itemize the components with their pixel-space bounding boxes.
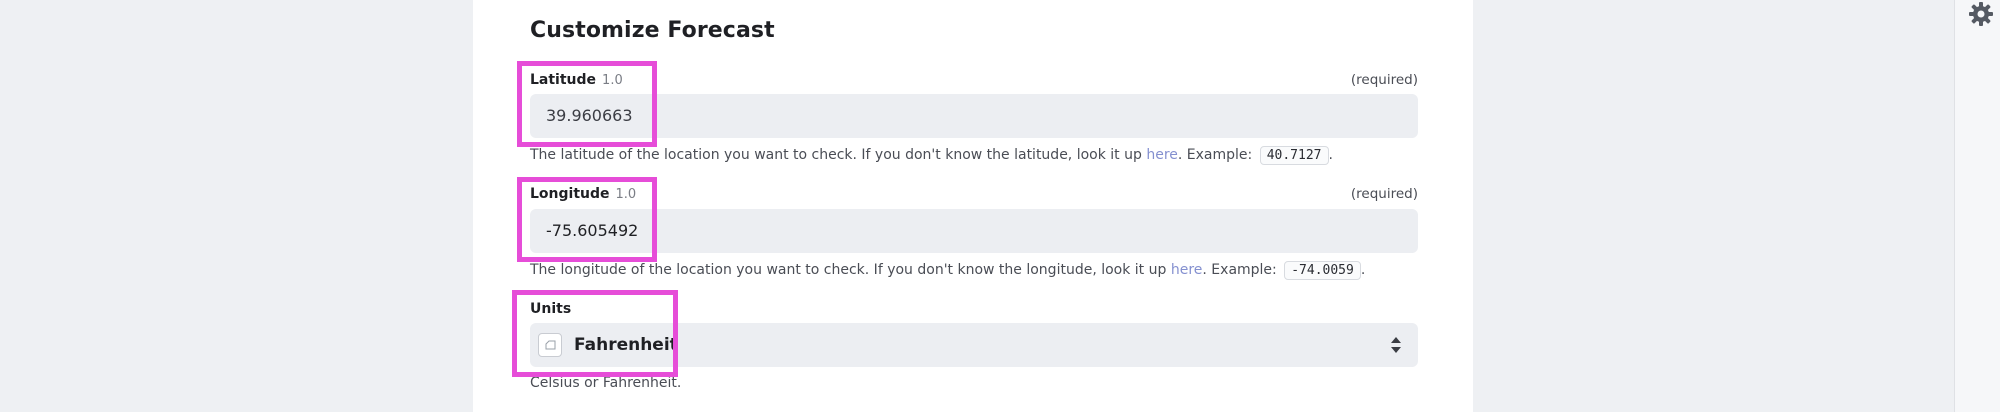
units-label: Units xyxy=(530,301,572,317)
units-select-value: Fahrenheit xyxy=(574,335,678,355)
units-select[interactable]: Fahrenheit xyxy=(530,323,1418,367)
latitude-help: The latitude of the location you want to… xyxy=(530,146,1430,165)
latitude-input[interactable]: 39.960663 xyxy=(530,94,1418,138)
longitude-required: (required) xyxy=(1350,186,1418,202)
right-sidebar xyxy=(1954,0,2000,412)
latitude-version: 1.0 xyxy=(602,73,623,88)
latitude-label: Latitude xyxy=(530,72,597,88)
longitude-help-after: . Example: xyxy=(1202,262,1277,278)
latitude-required: (required) xyxy=(1350,72,1418,88)
latitude-field-header: Latitude 1.0 (required) xyxy=(530,72,1418,92)
app-icon xyxy=(538,333,562,357)
sort-arrows-icon xyxy=(1390,336,1402,354)
latitude-help-link[interactable]: here xyxy=(1146,147,1178,163)
longitude-help: The longitude of the location you want t… xyxy=(530,261,1430,280)
longitude-example: -74.0059 xyxy=(1284,261,1361,280)
latitude-help-end: . xyxy=(1328,147,1333,163)
latitude-help-text: The latitude of the location you want to… xyxy=(530,147,1147,163)
longitude-label: Longitude xyxy=(530,186,610,202)
longitude-field-header: Longitude 1.0 (required) xyxy=(530,186,1418,206)
gear-icon[interactable] xyxy=(1966,0,1996,30)
longitude-help-end: . xyxy=(1360,262,1366,278)
units-help: Celsius or Fahrenheit. xyxy=(530,375,682,391)
customize-forecast-panel: Customize Forecast Latitude 1.0 (required… xyxy=(473,0,1473,412)
longitude-help-text: The longitude of the location you want t… xyxy=(530,262,1171,278)
longitude-input[interactable]: -75.605492 xyxy=(530,209,1418,253)
longitude-help-link[interactable]: here xyxy=(1171,262,1203,278)
page-title: Customize Forecast xyxy=(530,18,775,43)
latitude-help-after: . Example: xyxy=(1177,147,1253,163)
latitude-example: 40.7127 xyxy=(1259,146,1329,165)
longitude-version: 1.0 xyxy=(615,187,637,202)
units-field-header: Units xyxy=(530,301,1418,321)
